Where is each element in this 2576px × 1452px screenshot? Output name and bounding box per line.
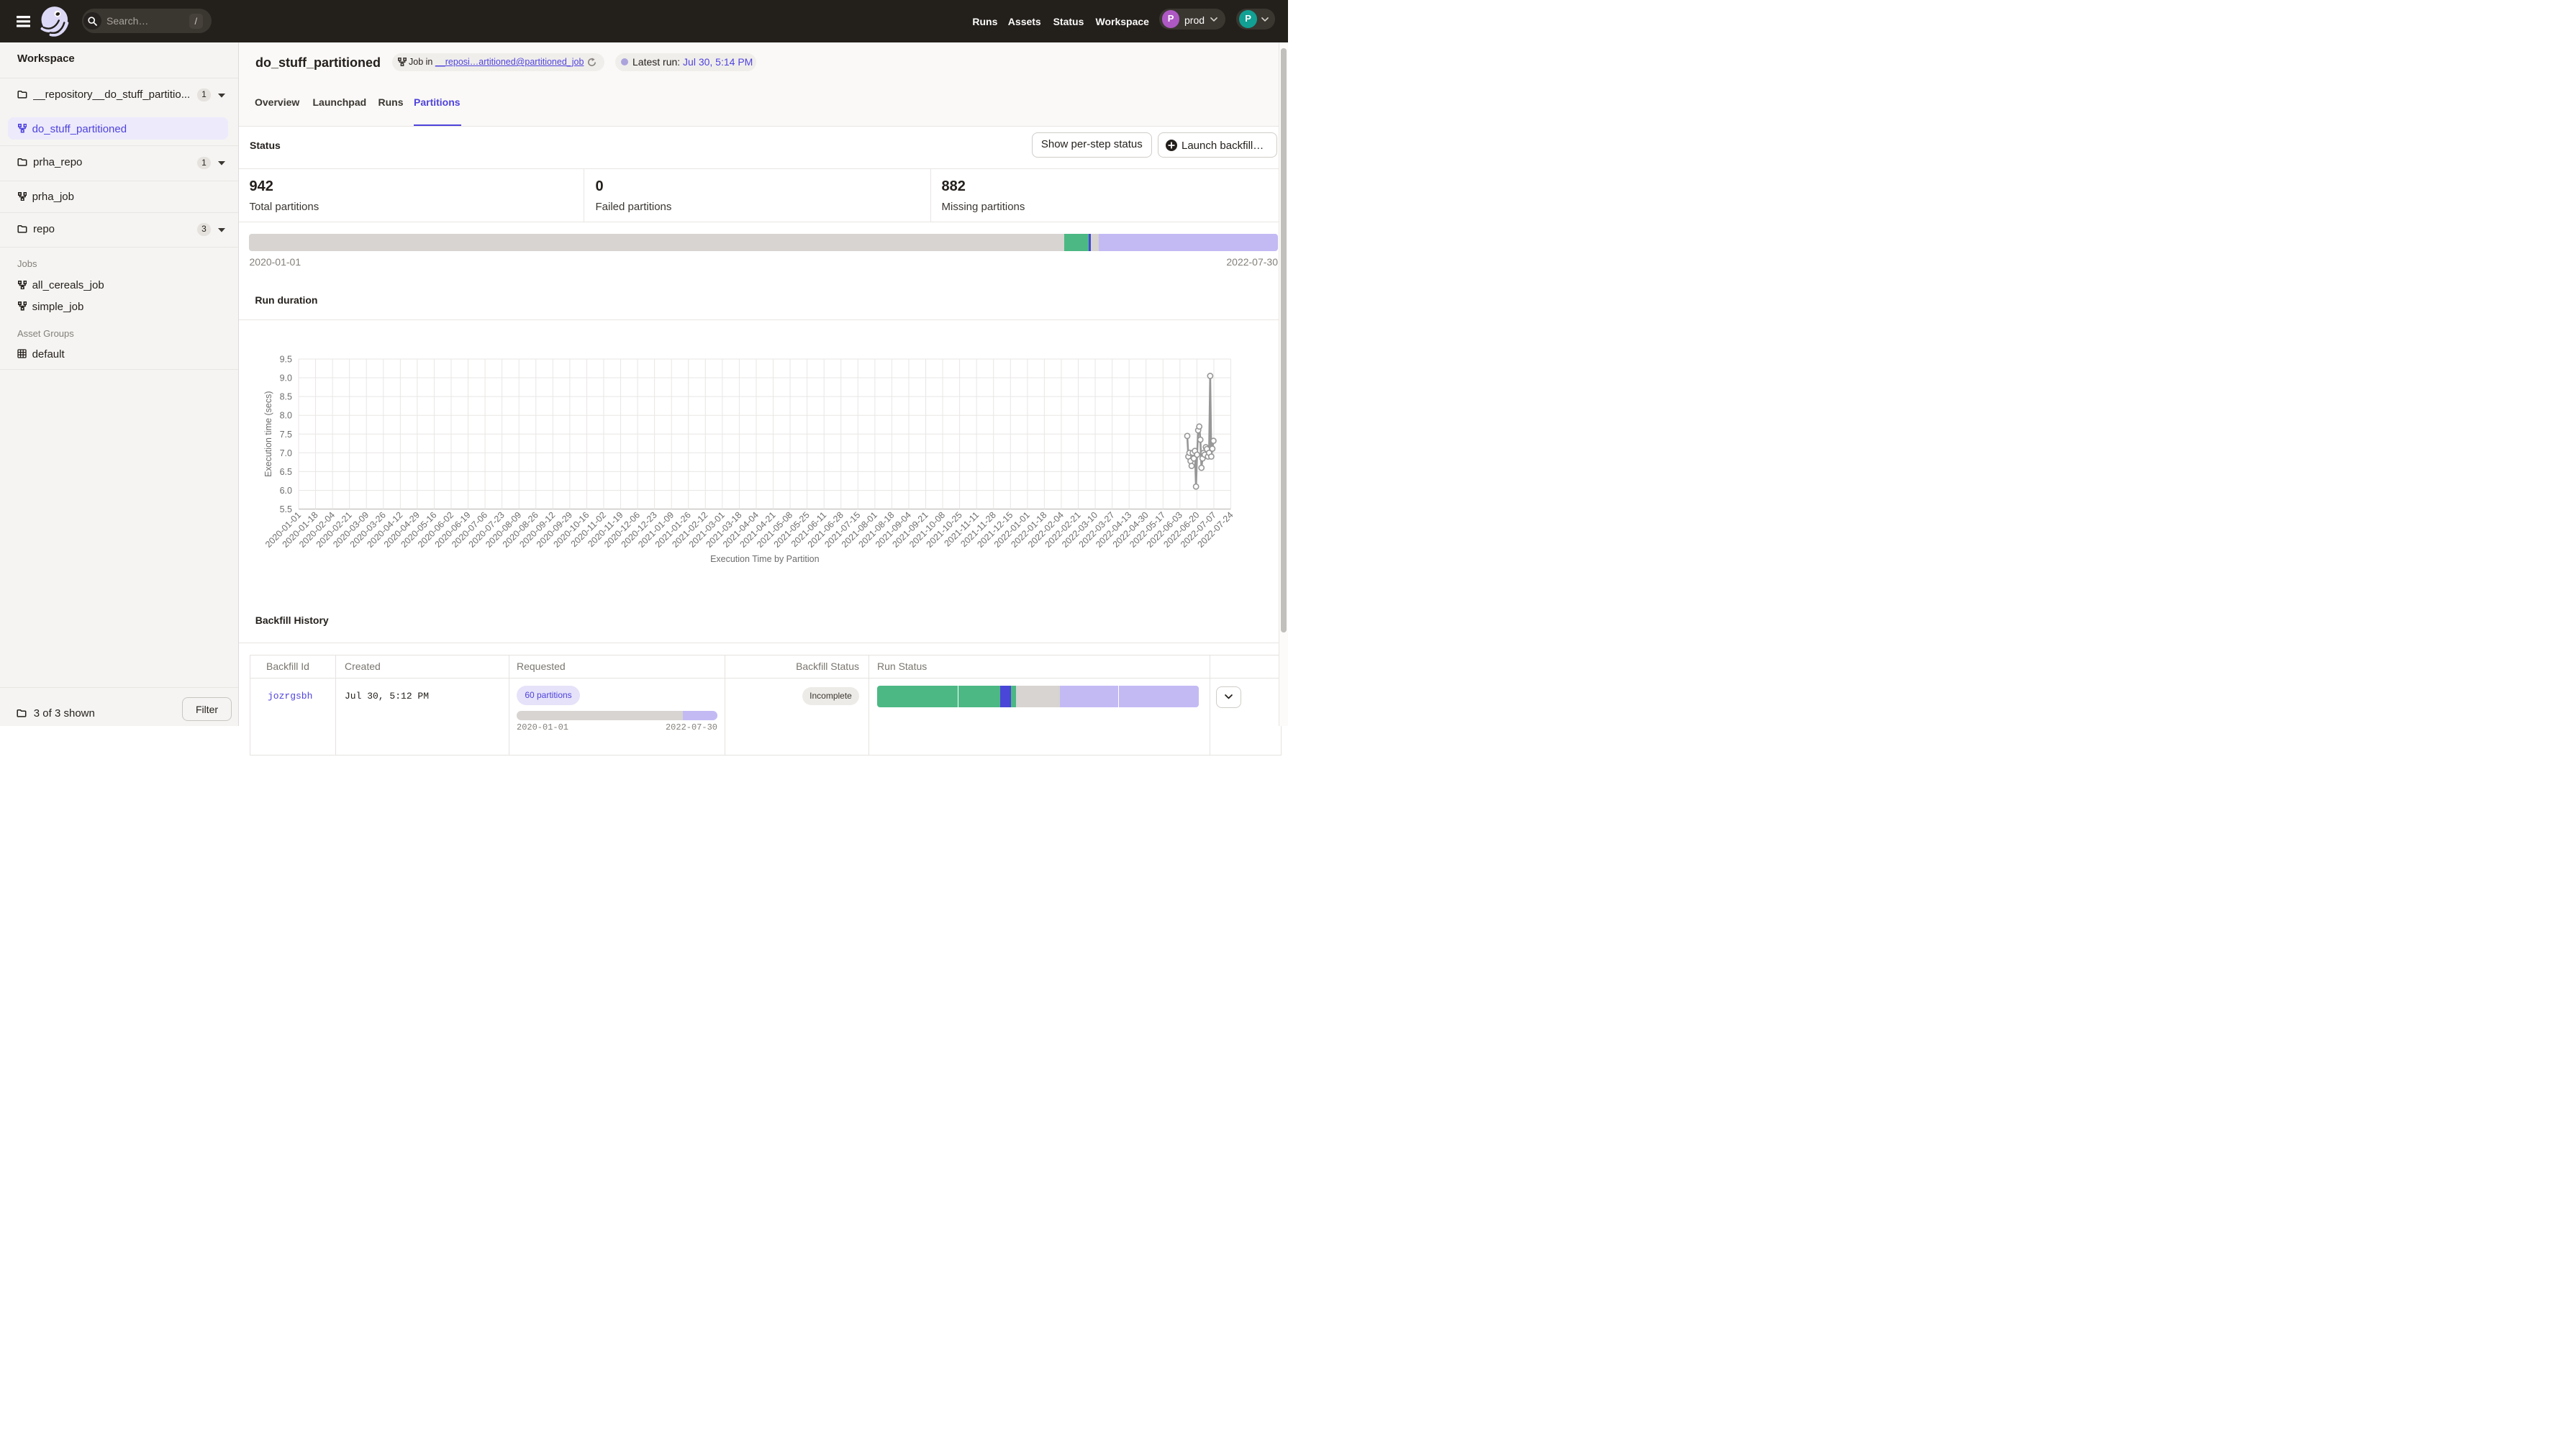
svg-text:7.0: 7.0 [280,448,292,458]
svg-text:8.0: 8.0 [280,411,292,421]
svg-text:6.5: 6.5 [280,467,292,477]
svg-text:9.5: 9.5 [280,355,292,365]
svg-text:Execution Time by Partition: Execution Time by Partition [710,554,820,564]
svg-text:8.5: 8.5 [280,392,292,402]
svg-text:6.0: 6.0 [280,486,292,496]
svg-text:9.0: 9.0 [280,373,292,384]
svg-text:5.5: 5.5 [280,504,292,514]
svg-text:7.5: 7.5 [280,430,292,440]
svg-text:Execution time (secs): Execution time (secs) [263,391,273,476]
